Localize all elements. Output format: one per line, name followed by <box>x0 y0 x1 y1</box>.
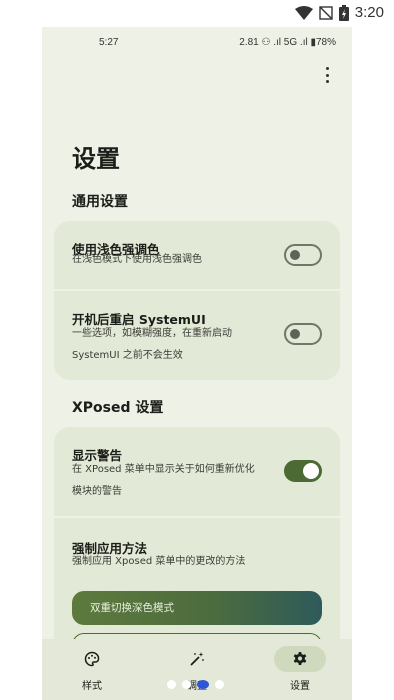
nav-item-tweaks[interactable]: 调整 <box>147 639 247 700</box>
nav-item-settings[interactable]: 设置 <box>250 639 350 700</box>
section-title-xposed: XPosed 设置 <box>72 400 164 416</box>
wifi-icon <box>294 5 313 20</box>
inner-status-bar: 5:27 2.81 ⚇ .ıl 5G .ıl ▮78% <box>42 27 352 57</box>
system-status-bar: 3:20 <box>0 0 394 28</box>
setting-subtitle: 强制应用 Xposed 菜单中的更改的方法 <box>72 556 246 567</box>
page-title: 设置 <box>72 145 120 173</box>
palette-icon <box>84 651 100 667</box>
overflow-menu-icon[interactable] <box>324 67 330 83</box>
battery-icon <box>338 4 349 21</box>
setting-restart-systemui[interactable]: 开机后重启 SystemUI 一些选项，如模糊强度，在重新启动 SystemUI… <box>54 291 340 380</box>
system-clock: 3:20 <box>354 4 384 21</box>
magic-wand-icon <box>190 652 204 666</box>
setting-light-accent[interactable]: 使用浅色强调色 在浅色模式下使用浅色强调色 <box>54 221 340 289</box>
show-warning-switch[interactable] <box>284 460 322 482</box>
app-screen: 5:27 2.81 ⚇ .ıl 5G .ıl ▮78% 设置 通用设置 使用浅色… <box>42 27 352 700</box>
gear-icon <box>293 652 307 665</box>
inner-status-icons: 2.81 ⚇ .ıl 5G .ıl ▮78% <box>239 37 336 48</box>
light-accent-switch[interactable] <box>284 244 322 266</box>
setting-subtitle-line2: SystemUI 之前不会生效 <box>72 350 183 361</box>
setting-show-warning[interactable]: 显示警告 在 XPosed 菜单中显示关于如何重新优化 模块的警告 <box>54 427 340 516</box>
nav-item-style[interactable]: 样式 <box>42 639 142 700</box>
double-toggle-dark-mode-button[interactable]: 双重切换深色模式 <box>72 591 322 625</box>
setting-subtitle-line2: 模块的警告 <box>72 486 122 497</box>
setting-subtitle-line1: 一些选项，如模糊强度，在重新启动 <box>72 328 232 339</box>
bottom-navigation: 样式 调整 设置 <box>42 639 352 700</box>
setting-force-apply: 强制应用方法 强制应用 Xposed 菜单中的更改的方法 双重切换深色模式 <box>54 518 340 667</box>
inner-clock: 5:27 <box>99 37 119 48</box>
section-title-general: 通用设置 <box>72 194 128 210</box>
nav-label-style: 样式 <box>82 681 102 692</box>
setting-subtitle: 在浅色模式下使用浅色强调色 <box>72 254 202 265</box>
no-sim-icon <box>319 5 333 20</box>
page-indicator <box>167 679 224 689</box>
restart-systemui-switch[interactable] <box>284 323 322 345</box>
setting-subtitle-line1: 在 XPosed 菜单中显示关于如何重新优化 <box>72 464 255 475</box>
nav-label-settings: 设置 <box>290 681 310 692</box>
